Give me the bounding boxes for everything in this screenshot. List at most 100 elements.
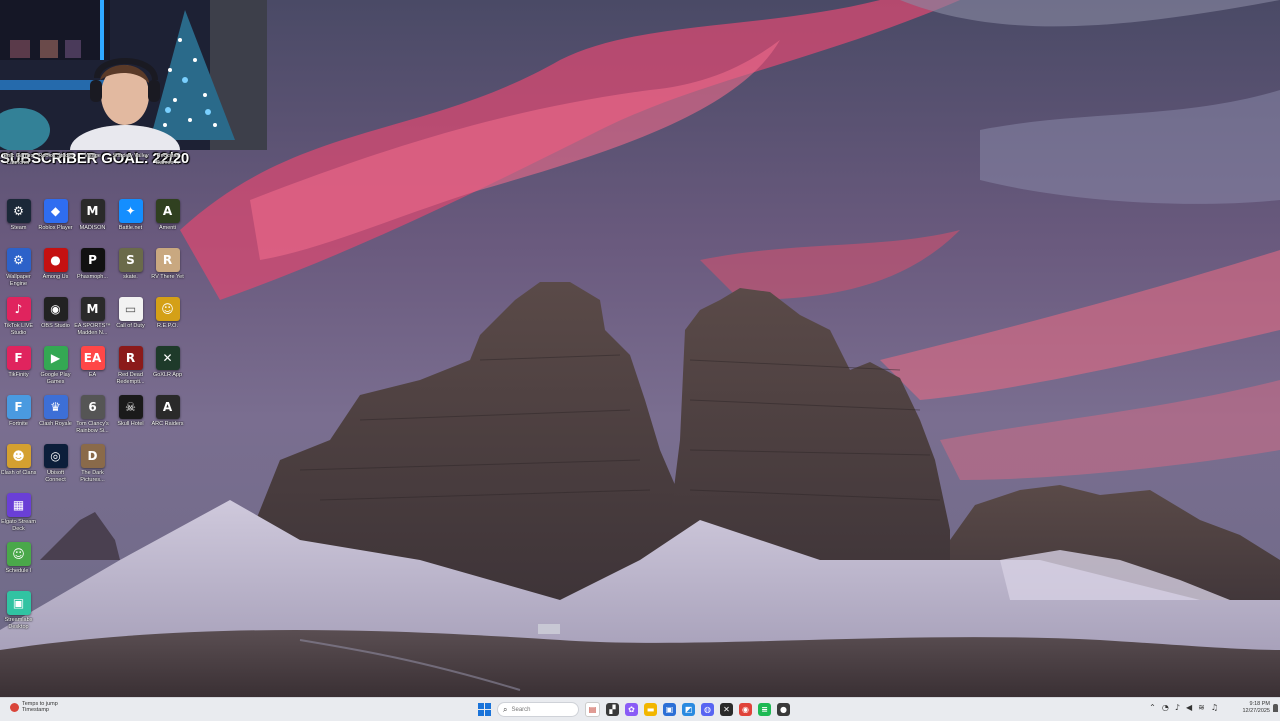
widget-text: Temps to jump Timestamp xyxy=(22,701,58,713)
desktop-icon[interactable]: A Amenti xyxy=(149,199,186,232)
madison-icon: M xyxy=(80,199,105,223)
widget-icon xyxy=(10,702,19,712)
chevron-up-icon[interactable]: ⌃ xyxy=(1149,703,1156,712)
photos-icon[interactable]: ◩ xyxy=(682,703,695,716)
volume-icon[interactable]: ◀ xyxy=(1186,703,1192,712)
desktop-icon[interactable]: ☻ Clash of Clans xyxy=(0,444,37,477)
taskbar-center: ⌕ Search ▤ ▞ ✿ ▬ ▣ ◩ ◍ ✕ ◉ ≡ ● xyxy=(478,701,790,718)
desktop-icon[interactable]: ♪ TikTok LIVE Studio xyxy=(0,297,37,336)
roblox-player-icon: ◆ xyxy=(43,199,68,223)
desktop-icon[interactable]: ✕ GoXLR App xyxy=(149,346,186,379)
file-explorer-icon[interactable]: ▬ xyxy=(644,703,657,716)
desktop-icon[interactable]: ♛ Clash Royale xyxy=(37,395,74,428)
desktop-icon[interactable]: EEpic Games Launcher xyxy=(0,127,37,166)
windows-logo-pane xyxy=(485,703,491,709)
desktop-icon-label: Battle.net xyxy=(118,225,143,231)
desktop-icon[interactable]: R Red Dead Redempti... xyxy=(112,346,149,385)
taskbar-clock[interactable]: 9:18 PM 12/27/2025 xyxy=(1242,701,1270,715)
desktop-icon[interactable]: ◉ OBS Studio xyxy=(37,297,74,330)
desktop-icon-label: Roblox Studio xyxy=(38,153,73,159)
desktop-icon-label: Skull Hotel xyxy=(117,421,144,427)
desktop-icon[interactable]: ◈Roblox Studio xyxy=(37,127,74,160)
spotify-icon[interactable]: ≡ xyxy=(758,703,771,716)
desktop-icon-label: Google Play Games xyxy=(40,372,71,385)
app-icon[interactable]: ● xyxy=(777,703,790,716)
chrome-icon[interactable]: ◉ xyxy=(739,703,752,716)
desktop-icon[interactable]: ✦ Battle.net xyxy=(112,199,149,232)
speaker-icon[interactable]: ♫ xyxy=(1211,703,1218,712)
desktop-icon[interactable]: R RV There Yet xyxy=(149,248,186,281)
wifi-icon[interactable]: ≋ xyxy=(1198,703,1205,712)
desktop-icon[interactable]: ✿Stardew Valley xyxy=(112,127,149,160)
tiktok-live-icon: ♪ xyxy=(6,297,31,321)
desktop-icon-label: Clash Royale xyxy=(39,421,72,427)
desktop-icon[interactable]: Sskate. xyxy=(112,248,149,281)
taskbar-search[interactable]: ⌕ Search xyxy=(497,702,579,717)
desktop-icon-label: Streamlabs Desktop xyxy=(4,617,33,630)
taskbar: Temps to jump Timestamp ⌕ Search ▤ ▞ ✿ ▬ ▣ ◩ ◍… xyxy=(0,697,1280,721)
desktop-icon[interactable]: 6 Tom Clancy's Rainbow Si... xyxy=(74,395,111,434)
desktop-icon[interactable]: F TikFinity xyxy=(0,346,37,379)
amenti-icon: A xyxy=(155,199,180,223)
goxlr-icon: ✕ xyxy=(155,346,180,370)
desktop-icon[interactable]: ☠ Skull Hotel xyxy=(112,395,149,428)
streamlabs-icon: ▣ xyxy=(6,591,31,615)
system-tray: ⌃ ◔ ♪ ◀ ≋ ♫ xyxy=(1149,703,1218,712)
desktop-icon-label: Phasmoph... xyxy=(77,274,108,280)
desktop-icon[interactable]: ▶ Google Play Games xyxy=(37,346,74,385)
steam-icon: ⚙ xyxy=(6,199,31,223)
repo-icon: ☺ xyxy=(155,297,180,321)
obs-studio-icon: ◉ xyxy=(43,297,68,321)
desktop-icon-label: Schedule I xyxy=(5,568,32,574)
desktop-icon-label: EA xyxy=(88,372,97,378)
xbox-icon[interactable]: ✕ xyxy=(720,703,733,716)
desktop-icon[interactable]: ◆ Roblox Player xyxy=(37,199,74,232)
calendar-icon[interactable]: ▤ xyxy=(585,702,600,717)
clash-of-clans-icon: ☻ xyxy=(6,444,31,468)
ms-store-icon[interactable]: ▣ xyxy=(663,703,676,716)
desktop-icon[interactable]: ▣ Streamlabs Desktop xyxy=(0,591,37,630)
dark-pictures-icon: D xyxy=(80,444,105,468)
desktop-icon-label: OBS Studio xyxy=(41,323,70,329)
notification-bell-icon[interactable] xyxy=(1273,704,1278,712)
windows-logo-pane xyxy=(485,710,491,716)
desktop-icon[interactable]: A ARC Raiders xyxy=(149,395,186,428)
skull-hotel-icon: ☠ xyxy=(118,395,143,419)
desktop-icon[interactable]: ◎ Ubisoft Connect xyxy=(37,444,74,483)
desktop-icon[interactable]: M EA SPORTS™ Madden N... xyxy=(74,297,111,336)
wallpaper-engine-icon: ⚙ xyxy=(6,248,31,272)
desktop-icon[interactable]: ● Among Us xyxy=(37,248,74,281)
red-dead-icon: R xyxy=(118,346,143,370)
desktop-icon[interactable]: ☺ R.E.P.O. xyxy=(149,297,186,330)
desktop-icon[interactable]: ▭ Call of Duty xyxy=(112,297,149,330)
among-us-icon: ● xyxy=(43,248,68,272)
desktop-icon[interactable]: ⚙ Wallpaper Engine xyxy=(0,248,37,287)
desktop-icon[interactable]: VVisage xyxy=(74,127,111,160)
desktop-icon[interactable]: EA EA xyxy=(74,346,111,379)
taskbar-widget[interactable]: Temps to jump Timestamp xyxy=(10,701,58,713)
copilot-icon[interactable]: ✿ xyxy=(625,703,638,716)
desktop-icon-label: Elgato Stream Deck xyxy=(1,519,36,532)
schedule-one-icon: ☺ xyxy=(6,542,31,566)
task-view-icon[interactable]: ▞ xyxy=(606,703,619,716)
desktop-icon[interactable]: ▦ Elgato Stream Deck xyxy=(0,493,37,532)
desktop-icon-label: Among Us xyxy=(42,274,69,280)
desktop-icon-label: Steam xyxy=(10,225,27,231)
windows-logo-pane xyxy=(478,710,484,716)
discord-icon[interactable]: ◍ xyxy=(701,703,714,716)
desktop-icon[interactable]: ⚙ Steam xyxy=(0,199,37,232)
network-icon[interactable]: ◔ xyxy=(1162,703,1169,712)
desktop-icon[interactable]: M MADISON xyxy=(74,199,111,232)
clock-date: 12/27/2025 xyxy=(1242,708,1270,714)
desktop-icon[interactable]: RRockstar Games ... xyxy=(149,127,186,166)
tikfinity-icon: F xyxy=(6,346,31,370)
desktop-icon[interactable]: F Fortnite xyxy=(0,395,37,428)
desktop-icon[interactable]: D The Dark Pictures... xyxy=(74,444,111,483)
desktop-icon-label: Visage xyxy=(84,153,101,159)
desktop-icon-label: Tom Clancy's Rainbow Si... xyxy=(76,421,109,434)
desktop-icons-grid: EEpic Games Launcher◈Roblox StudioVVisag… xyxy=(0,150,190,640)
desktop-icon[interactable]: P Phasmoph... xyxy=(74,248,111,281)
start-button[interactable] xyxy=(478,703,491,716)
desktop-icon[interactable]: ☺ Schedule I xyxy=(0,542,37,575)
mic-icon[interactable]: ♪ xyxy=(1175,703,1180,712)
